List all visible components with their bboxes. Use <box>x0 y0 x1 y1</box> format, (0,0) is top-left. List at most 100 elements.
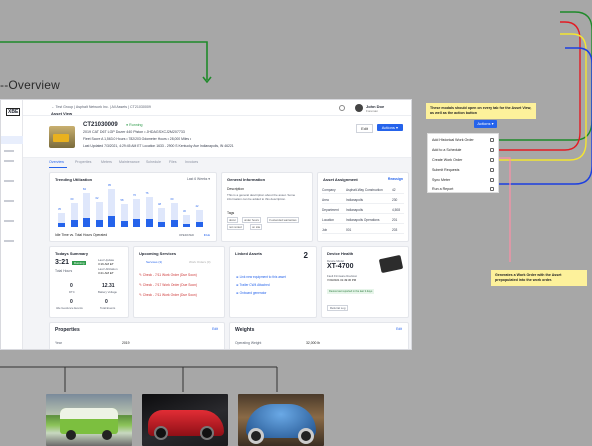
table-row: Department Indianapolis 4,508 <box>322 207 404 214</box>
user-menu[interactable]: John Doe Foreman <box>355 104 395 114</box>
utilization-bar[interactable]: 62 <box>95 197 103 227</box>
tab-maintenance[interactable]: Maintenance <box>119 160 140 164</box>
actions-button[interactable]: Actions ▾ <box>376 124 403 131</box>
tab-work-orders[interactable]: Work Orders (0) <box>189 260 210 264</box>
bar-value-label: 60 <box>70 198 74 201</box>
sidebar: XBE <box>1 100 23 349</box>
properties-edit[interactable]: Edit <box>212 327 218 331</box>
breadcrumb[interactable]: ← Test Group | Asphalt Network Inc. | Al… <box>51 105 151 109</box>
tab-invoices[interactable]: Invoices <box>185 160 198 164</box>
utilization-bar-fill <box>108 216 115 227</box>
menu-item-submit-requests[interactable]: Submit Requests <box>432 168 459 172</box>
bar-value-label: 30 <box>183 210 186 213</box>
utilization-bar[interactable]: 76 <box>145 192 153 227</box>
edit-button[interactable]: Edit <box>356 124 373 133</box>
van-photo <box>46 394 132 446</box>
device-health-card: Device Health Device Model XT-4700 Fault… <box>321 246 409 318</box>
bar-value-label: 84 <box>83 188 86 192</box>
avatar <box>355 104 363 112</box>
tag-chip[interactable]: under hours <box>242 217 261 223</box>
card-title: General Information <box>227 177 266 182</box>
total-hours-value: 3:21 <box>55 259 70 266</box>
utilization-bar[interactable]: 70 <box>133 194 140 227</box>
utilization-bar[interactable]: 58 <box>120 199 128 227</box>
menu-item-sync-meter[interactable]: Sync Meter <box>432 178 450 182</box>
weights-edit[interactable]: Edit <box>396 327 402 331</box>
search-icon[interactable] <box>339 105 345 111</box>
sidebar-item[interactable] <box>4 160 14 162</box>
asset-meta-line1: Fleet Score A 1,563.0 Hours • 782/203 Od… <box>83 137 192 141</box>
menu-item-create-work-order[interactable]: Create Work Order <box>432 158 462 162</box>
referral-log-button[interactable]: Referral Log <box>327 305 349 311</box>
tab-files[interactable]: Files <box>169 160 177 164</box>
table-cell: 230 <box>392 198 398 202</box>
wheel <box>66 430 76 440</box>
service-item[interactable]: ✎ Check - 7/11 Work Order (Due Soon) <box>139 293 197 297</box>
tag-chip[interactable]: on site <box>250 224 263 230</box>
utilization-bar[interactable]: 60 <box>70 198 78 227</box>
stat-label: DTC <box>69 290 75 294</box>
logo: XBE <box>6 108 21 116</box>
bar-value-label: 70 <box>133 194 136 197</box>
table-cell: Asphalt-Way Construction <box>346 188 383 192</box>
properties-card: Properties Edit Year 2019 <box>49 322 225 349</box>
tag-chip[interactable]: dozer <box>227 217 238 223</box>
menu-item-add-to-schedule[interactable]: Add to a Schedule <box>432 148 461 152</box>
utilization-bar[interactable]: 35 <box>58 208 65 227</box>
trending-filter[interactable]: Last 6 Weeks ▾ <box>187 177 210 181</box>
tag-chip[interactable]: 3 extended warranties <box>267 217 299 223</box>
link-label: Link new equipment to this asset <box>239 275 286 279</box>
legend-idle: IDLE <box>203 233 210 237</box>
utilization-bar[interactable]: 48 <box>158 203 165 227</box>
upcoming-services-card: Upcoming Services Services (3) Work Orde… <box>133 246 225 318</box>
utilization-bar[interactable]: 60 <box>170 198 178 227</box>
utilization-bar-fill <box>170 220 178 227</box>
menu-item-run-report[interactable]: Run a Report <box>432 187 453 191</box>
card-title: Trending Utilization <box>55 177 93 182</box>
reassign-link[interactable]: Reassign <box>388 177 403 181</box>
tab-services[interactable]: Services (3) <box>146 260 162 264</box>
linked-asset-link[interactable]: ⊕ Onboard generator <box>236 291 267 295</box>
tag-chip[interactable]: not rented <box>227 224 244 230</box>
wheel <box>102 430 112 440</box>
sidebar-item[interactable] <box>4 220 14 222</box>
tab-meters[interactable]: Meters <box>101 160 112 164</box>
utilization-bar[interactable]: 95 <box>108 184 115 227</box>
sidebar-item[interactable] <box>4 180 14 182</box>
linked-asset-link[interactable]: ⊕ Link new equipment to this asset <box>236 275 286 279</box>
weight-value: 32,000 lb <box>306 341 320 345</box>
bar-value-label: 58 <box>120 198 124 202</box>
tab-schedule[interactable]: Schedule <box>146 160 161 164</box>
sidebar-item[interactable] <box>4 240 14 242</box>
linked-asset-link[interactable]: ⊕ Trailer CW4 Attached <box>236 283 270 287</box>
utilization-bar[interactable]: 30 <box>183 210 190 227</box>
sidebar-item[interactable] <box>4 200 14 202</box>
card-title: Asset Assignment <box>323 177 358 182</box>
stat-label: Total Events <box>100 306 116 310</box>
beetle-photo <box>238 394 324 446</box>
sidebar-item-selected[interactable] <box>1 136 23 144</box>
utilization-bar[interactable]: 42 <box>195 205 203 227</box>
trending-utilization-card: Trending Utilization Last 6 Weeks ▾ 35 60… <box>49 172 217 242</box>
table-cell: 203 <box>392 228 398 232</box>
service-item-label: Check - 7/11 Work Order (Due Soon) <box>142 273 197 277</box>
device-status: Device last reported in the last 3 days <box>327 289 375 294</box>
utilization-bar[interactable]: 84 <box>83 188 90 227</box>
service-item[interactable]: ✎ Check - 7/17 Work Order (Due Soon) <box>139 283 197 287</box>
description-text: This is a general description about the … <box>227 193 296 201</box>
table-row: Company Asphalt-Way Construction 42 <box>322 187 404 194</box>
tab-overview[interactable]: Overview <box>49 160 64 164</box>
modal-note: These modals should open on every tab fo… <box>426 103 536 119</box>
bar-value-label: 62 <box>95 197 99 201</box>
card-title: Linked Assets <box>235 251 262 256</box>
utilization-bar-fill <box>133 219 140 227</box>
work-order-note: Generates a Work Order with the Asset pr… <box>491 270 587 286</box>
bar-value-label: 76 <box>145 191 149 195</box>
table-row: Job 001 203 <box>322 227 404 234</box>
sidebar-item[interactable] <box>4 150 14 152</box>
service-item[interactable]: ✎ Check - 7/11 Work Order (Due Soon) <box>139 273 197 277</box>
menu-item-add-historical-work-order[interactable]: Add Historical Work Order <box>432 138 474 142</box>
tab-properties[interactable]: Properties <box>75 160 91 164</box>
table-cell: Area <box>322 198 329 202</box>
actions-menu-button[interactable]: Actions ▾ <box>474 120 497 128</box>
